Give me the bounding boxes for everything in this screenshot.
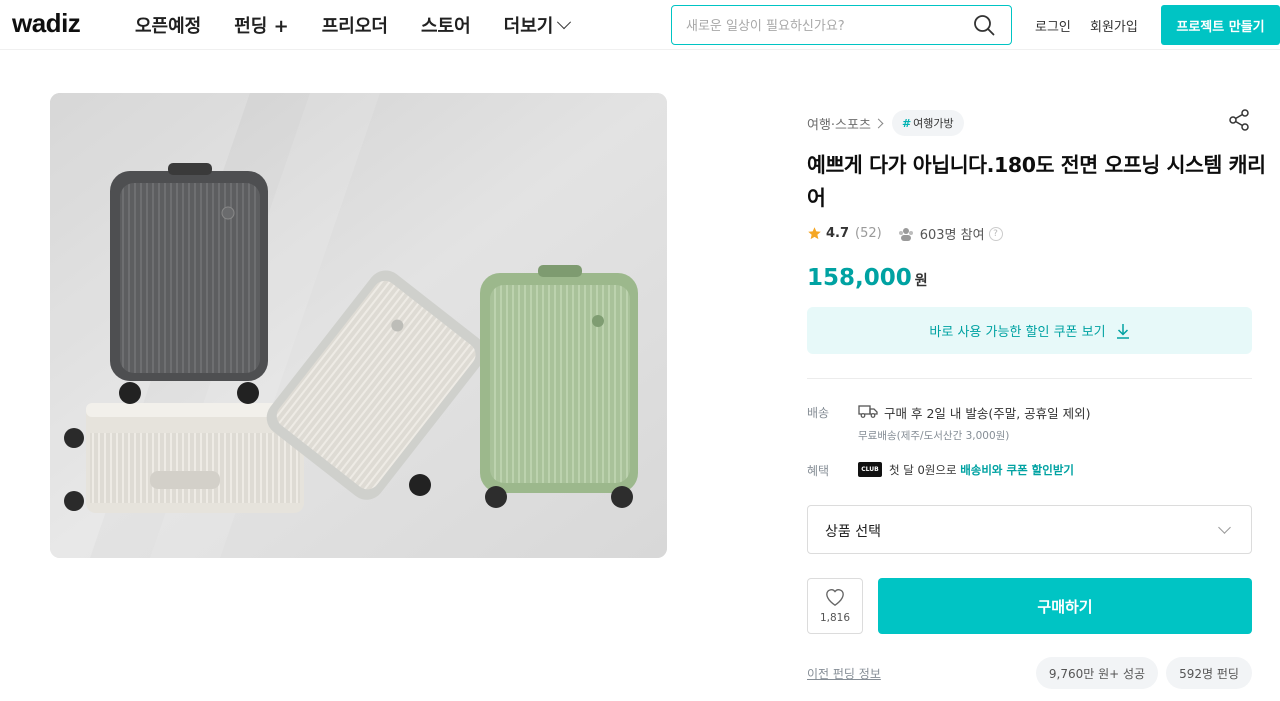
benefit-text[interactable]: 첫 달 0원으로 배송비와 쿠폰 할인받기 (889, 462, 1074, 478)
shipping-sub: 무료배송(제주/도서산간 3,000원) (858, 430, 1010, 442)
search-box (671, 5, 1012, 45)
club-badge: CLUB (858, 462, 882, 477)
breadcrumb: 여행·스포츠 # 여행가방 (807, 110, 964, 136)
shipping-label: 배송 (807, 406, 830, 420)
main-nav: 오픈예정 펀딩 + 프리오더 스토어 더보기 (135, 12, 602, 38)
product-title: 예쁘게 다가 아닙니다.180도 전면 오프닝 시스템 캐리어 (807, 153, 1266, 210)
search-icon[interactable] (973, 14, 995, 36)
like-button[interactable]: 1,816 (807, 578, 863, 634)
star-icon (808, 227, 821, 240)
share-icon[interactable] (1227, 108, 1251, 132)
nav-item-upcoming[interactable]: 오픈예정 (135, 12, 201, 38)
participant-count: 603명 참여 (919, 228, 985, 243)
search-input[interactable] (686, 15, 966, 37)
benefit-prefix: 첫 달 0원으로 (889, 463, 961, 477)
make-project-button[interactable]: 프로젝트 만들기 (1161, 5, 1280, 45)
prev-funding-link[interactable]: 이전 펀딩 정보 (807, 665, 881, 682)
chevron-down-icon (1218, 521, 1231, 534)
nav-item-more-label: 더보기 (503, 16, 554, 37)
buy-button[interactable]: 구매하기 (878, 578, 1252, 634)
coupon-label: 바로 사용 가능한 할인 쿠폰 보기 (929, 325, 1106, 340)
nav-item-funding[interactable]: 펀딩 + (234, 12, 288, 38)
review-count[interactable]: (52) (855, 226, 882, 241)
wadiz-logo[interactable]: wadiz (12, 8, 81, 39)
benefit-highlight: 배송비와 쿠폰 할인받기 (960, 463, 1074, 477)
benefit-label: 혜택 (807, 464, 830, 478)
option-select-label: 상품 선택 (825, 524, 881, 540)
chevron-right-icon (873, 118, 884, 128)
option-select[interactable]: 상품 선택 (807, 505, 1252, 554)
divider (807, 378, 1252, 379)
rating-score: 4.7 (826, 226, 850, 241)
hash-symbol: # (901, 117, 912, 130)
price: 158,000 원 (807, 265, 928, 291)
chevron-down-icon (557, 15, 572, 30)
rating-row: 4.7 (52) 603명 참여 ? (807, 224, 1003, 243)
price-amount: 158,000 (807, 265, 912, 291)
nav-item-more[interactable]: 더보기 (503, 12, 572, 38)
people-icon (898, 227, 913, 241)
category-link[interactable]: 여행·스포츠 (807, 114, 871, 133)
product-image (50, 93, 667, 558)
tag-chip[interactable]: # 여행가방 (891, 110, 964, 136)
suitcases-illustration (50, 93, 667, 558)
nav-item-store[interactable]: 스토어 (421, 12, 471, 38)
heart-icon (826, 589, 844, 606)
tag-label: 여행가방 (913, 117, 954, 130)
shipping-main: 구매 후 2일 내 발송(주말, 공휴일 제외) (884, 406, 1091, 421)
help-icon[interactable]: ? (988, 226, 1003, 241)
download-icon (1116, 323, 1129, 339)
top-header: wadiz 오픈예정 펀딩 + 프리오더 스토어 더보기 로그인 회원가입 프로… (0, 0, 1280, 50)
truck-icon (858, 405, 878, 418)
nav-item-preorder[interactable]: 프리오더 (322, 12, 388, 38)
prev-amount-badge: 9,760만 원+ 성공 (1036, 657, 1158, 689)
prev-supporters-badge: 592명 펀딩 (1166, 657, 1252, 689)
login-link[interactable]: 로그인 (1035, 16, 1071, 35)
coupon-button[interactable]: 바로 사용 가능한 할인 쿠폰 보기 (807, 307, 1252, 354)
like-count: 1,816 (819, 612, 851, 624)
signup-link[interactable]: 회원가입 (1090, 16, 1138, 35)
price-unit: 원 (914, 273, 928, 289)
